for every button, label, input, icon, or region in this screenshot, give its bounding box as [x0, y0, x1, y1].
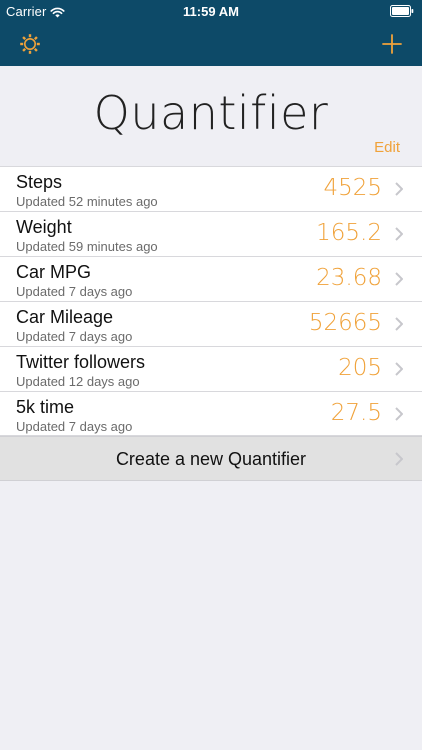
quantifier-updated: Updated 12 days ago [16, 374, 140, 389]
top-bar: Carrier 11:59 AM [0, 0, 422, 66]
chevron-right-icon [395, 362, 403, 376]
page-title: Quantifier [93, 86, 329, 140]
list-item[interactable]: Steps Updated 52 minutes ago 4525 [0, 166, 422, 211]
list-item[interactable]: Twitter followers Updated 12 days ago 20… [0, 346, 422, 391]
battery-icon [390, 5, 414, 17]
quantifier-value: 165.2 [316, 220, 382, 246]
quantifier-updated: Updated 7 days ago [16, 419, 133, 434]
plus-icon [382, 34, 402, 54]
chevron-right-icon [395, 182, 403, 196]
list-item[interactable]: 5k time Updated 7 days ago 27.5 [0, 391, 422, 436]
quantifier-name: Twitter followers [16, 352, 146, 372]
quantifier-name: Steps [16, 172, 63, 192]
chevron-right-icon [395, 317, 403, 331]
chevron-right-icon [395, 407, 403, 421]
create-quantifier-label: Create a new Quantifier [115, 449, 307, 469]
chevron-right-icon [395, 452, 403, 466]
gear-icon [20, 34, 40, 54]
chevron-right-icon [395, 227, 403, 241]
settings-button[interactable] [14, 29, 46, 59]
quantifier-value: 23.68 [316, 265, 382, 291]
list-item[interactable]: Car Mileage Updated 7 days ago 52665 [0, 301, 422, 346]
edit-button[interactable]: Edit [374, 139, 400, 156]
quantifier-value: 52665 [308, 310, 382, 336]
quantifier-updated: Updated 7 days ago [16, 329, 133, 344]
quantifier-name: 5k time [16, 397, 75, 417]
quantifier-name: Weight [16, 217, 72, 237]
quantifier-updated: Updated 7 days ago [16, 284, 133, 299]
status-time: 11:59 AM [183, 4, 239, 19]
list-item[interactable]: Car MPG Updated 7 days ago 23.68 [0, 256, 422, 301]
quantifier-list: Steps Updated 52 minutes ago 4525 Weight… [0, 166, 422, 436]
add-button[interactable] [376, 29, 408, 59]
quantifier-updated: Updated 59 minutes ago [16, 239, 158, 254]
quantifier-name: Car MPG [16, 262, 92, 282]
list-item[interactable]: Weight Updated 59 minutes ago 165.2 [0, 211, 422, 256]
quantifier-value: 4525 [323, 175, 382, 201]
status-bar: Carrier 11:59 AM [0, 0, 422, 22]
quantifier-updated: Updated 52 minutes ago [16, 194, 158, 209]
nav-bar [0, 22, 422, 66]
chevron-right-icon [395, 272, 403, 286]
quantifier-value: 205 [338, 355, 382, 381]
quantifier-name: Car Mileage [16, 307, 114, 327]
create-quantifier-button[interactable]: Create a new Quantifier [0, 436, 422, 481]
quantifier-value: 27.5 [330, 400, 382, 426]
